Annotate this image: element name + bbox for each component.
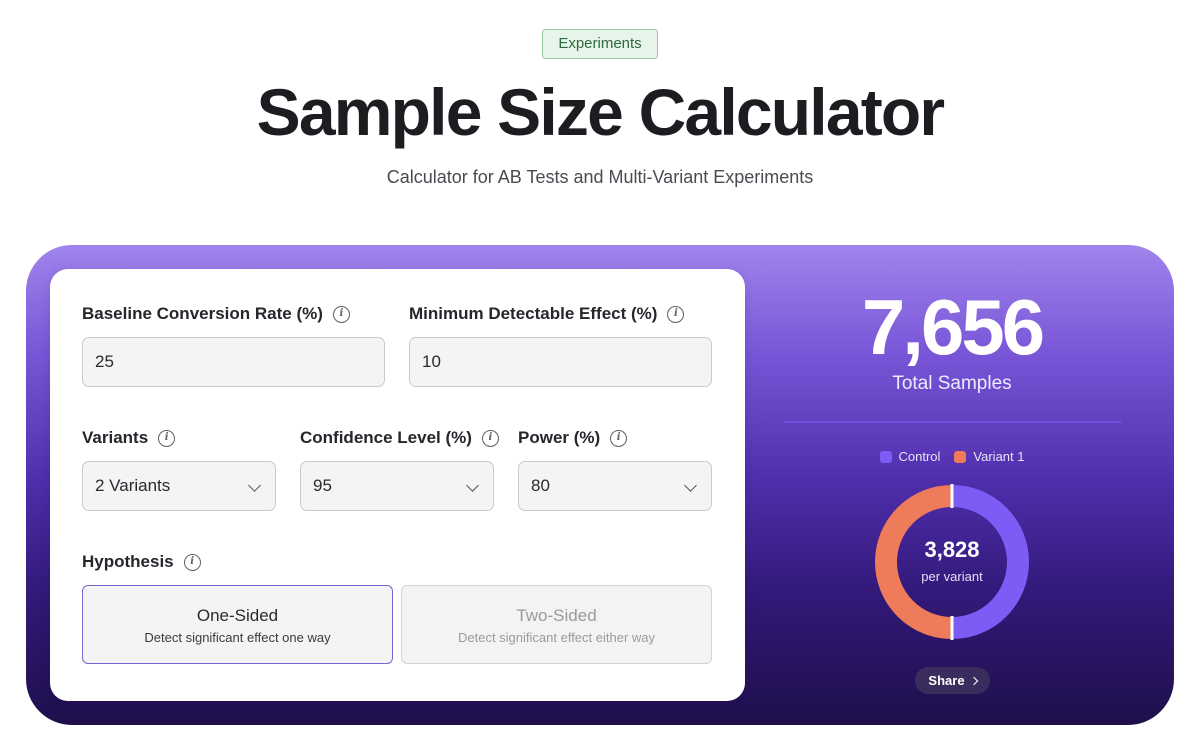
mde-input[interactable]: 10 xyxy=(409,337,712,387)
baseline-input[interactable]: 25 xyxy=(82,337,385,387)
mde-label: Minimum Detectable Effect (%) i xyxy=(409,303,685,325)
option-title: One-Sided xyxy=(196,606,279,625)
power-label: Power (%) i xyxy=(518,427,628,449)
confidence-select[interactable]: 95 xyxy=(300,461,494,511)
share-button[interactable]: Share xyxy=(915,667,990,694)
confidence-label: Confidence Level (%) i xyxy=(300,427,499,449)
page-title: Sample Size Calculator xyxy=(256,75,945,149)
info-icon[interactable]: i xyxy=(183,553,201,571)
variant-swatch xyxy=(954,451,967,463)
option-description: Detect significant effect one way xyxy=(144,630,331,645)
legend-item-variant: Variant 1 xyxy=(954,448,1025,466)
info-icon[interactable]: i xyxy=(481,429,499,447)
total-samples-label: Total Samples xyxy=(892,373,1012,394)
power-select[interactable]: 80 xyxy=(518,461,712,511)
experiments-badge: Experiments xyxy=(542,29,658,59)
chart-legend: Control Variant 1 xyxy=(782,448,1122,466)
option-description: Detect significant effect either way xyxy=(457,630,656,645)
per-variant-value: 3,828 xyxy=(924,537,980,562)
baseline-label: Baseline Conversion Rate (%) i xyxy=(82,303,350,325)
option-title: Two-Sided xyxy=(516,606,597,625)
variants-select[interactable]: 2 Variants xyxy=(82,461,276,511)
chevron-down-icon xyxy=(248,479,261,492)
per-variant-label: per variant xyxy=(921,569,983,584)
info-icon[interactable]: i xyxy=(158,429,176,447)
two-sided-option[interactable]: Two-Sided Detect significant effect eith… xyxy=(401,585,712,664)
hypothesis-label: Hypothesis i xyxy=(82,551,201,573)
page-subtitle: Calculator for AB Tests and Multi-Varian… xyxy=(386,167,814,187)
divider xyxy=(784,421,1122,423)
legend-item-control: Control xyxy=(879,448,940,466)
total-samples-value: 7,656 xyxy=(861,283,1045,371)
one-sided-option[interactable]: One-Sided Detect significant effect one … xyxy=(82,585,393,664)
info-icon[interactable]: i xyxy=(610,429,628,447)
control-swatch xyxy=(879,451,892,463)
info-icon[interactable]: i xyxy=(667,305,685,323)
variants-label: Variants i xyxy=(82,427,176,449)
info-icon[interactable]: i xyxy=(332,305,350,323)
chevron-down-icon xyxy=(684,479,697,492)
chevron-down-icon xyxy=(466,479,479,492)
chevron-right-icon xyxy=(969,676,978,685)
